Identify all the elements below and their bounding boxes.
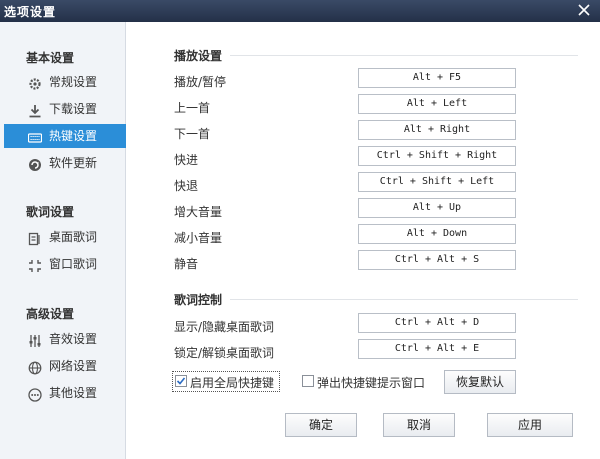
section-title-playback: 播放设置 [174,49,223,63]
hotkey-label-play-pause: 播放/暂停 [174,75,227,89]
sidebar-item-other[interactable]: 其他设置 [4,381,126,405]
hotkey-field-volume-down[interactable]: Alt + Down [358,224,516,244]
sidebar-item-label: 常规设置 [49,75,98,89]
checkbox-box[interactable] [302,375,314,387]
hotkey-label-mute: 静音 [174,257,199,271]
section-title-lyrics-control: 歌词控制 [174,293,223,307]
hotkey-field-fast-forward[interactable]: Ctrl + Shift + Right [358,146,516,166]
update-icon [28,156,42,171]
restore-defaults-button[interactable]: 恢复默认 [444,370,516,394]
sidebar-item-label: 网络设置 [49,359,98,373]
sidebar-item-label: 软件更新 [49,156,98,170]
hotkey-label-volume-down: 减小音量 [174,231,223,245]
options-dialog: 基本设置 常规设置 下载设置 热键设置 软件更新 歌词设置 桌面歌词 窗口歌词 … [0,22,600,459]
sidebar-item-general[interactable]: 常规设置 [4,70,126,94]
cancel-button[interactable]: 取消 [383,413,455,437]
sidebar-item-label: 桌面歌词 [49,230,98,244]
group-title-basic: 基本设置 [26,51,75,65]
hotkey-label-next: 下一首 [174,127,211,141]
hotkey-label-rewind: 快退 [174,179,199,193]
window-lyrics-icon [28,257,42,272]
apply-button[interactable]: 应用 [487,413,573,437]
close-icon[interactable] [576,1,592,19]
hotkey-field-next[interactable]: Alt + Right [358,120,516,140]
sidebar-item-label: 其他设置 [49,386,98,400]
hotkey-label-toggle-desktop-lyrics: 显示/隐藏桌面歌词 [174,320,275,334]
group-title-lyrics: 歌词设置 [26,205,75,219]
sidebar-item-label: 下载设置 [49,102,98,116]
gear-icon [28,75,42,90]
checkbox-label: 弹出快捷键提示窗口 [317,376,426,390]
group-title-advanced: 高级设置 [26,307,75,321]
section-divider [230,55,578,56]
sidebar-item-window-lyrics[interactable]: 窗口歌词 [4,252,126,276]
sidebar-item-label: 音效设置 [49,332,98,346]
sidebar-item-sound-effects[interactable]: 音效设置 [4,327,126,351]
desktop-lyrics-icon [28,230,42,246]
more-icon [28,386,42,402]
sidebar-item-label: 热键设置 [49,129,98,143]
sidebar-item-label: 窗口歌词 [49,257,98,271]
hotkey-label-volume-up: 增大音量 [174,205,223,219]
keyboard-icon [27,129,43,143]
ok-button[interactable]: 确定 [285,413,357,437]
download-icon [28,102,42,118]
hotkey-label-lock-desktop-lyrics: 锁定/解锁桌面歌词 [174,346,275,360]
sidebar-item-network[interactable]: 网络设置 [4,354,126,378]
title-bar: 选项设置 [0,0,600,22]
hotkey-settings-panel: 播放设置 播放/暂停 Alt + F5 上一首 Alt + Left 下一首 A… [126,22,600,459]
hotkey-field-previous[interactable]: Alt + Left [358,94,516,114]
sidebar-item-update[interactable]: 软件更新 [4,151,126,175]
hotkey-field-mute[interactable]: Ctrl + Alt + S [358,250,516,270]
checkbox-label: 启用全局快捷键 [190,376,275,390]
sidebar-item-hotkeys[interactable]: 热键设置 [4,124,126,148]
hotkey-field-play-pause[interactable]: Alt + F5 [358,68,516,88]
network-icon [28,359,42,375]
sidebar: 基本设置 常规设置 下载设置 热键设置 软件更新 歌词设置 桌面歌词 窗口歌词 … [0,22,126,459]
sidebar-item-download[interactable]: 下载设置 [4,97,126,121]
section-divider [230,299,578,300]
hotkey-field-toggle-desktop-lyrics[interactable]: Ctrl + Alt + D [358,313,516,333]
hotkey-field-lock-desktop-lyrics[interactable]: Ctrl + Alt + E [358,339,516,359]
hotkey-field-volume-up[interactable]: Alt + Up [358,198,516,218]
hotkey-label-previous: 上一首 [174,101,211,115]
hotkey-label-fast-forward: 快进 [174,153,199,167]
equalizer-icon [28,332,42,347]
checkbox-box[interactable] [175,375,187,387]
hotkey-field-rewind[interactable]: Ctrl + Shift + Left [358,172,516,192]
sidebar-item-desktop-lyrics[interactable]: 桌面歌词 [4,225,126,249]
window-title: 选项设置 [4,5,57,19]
